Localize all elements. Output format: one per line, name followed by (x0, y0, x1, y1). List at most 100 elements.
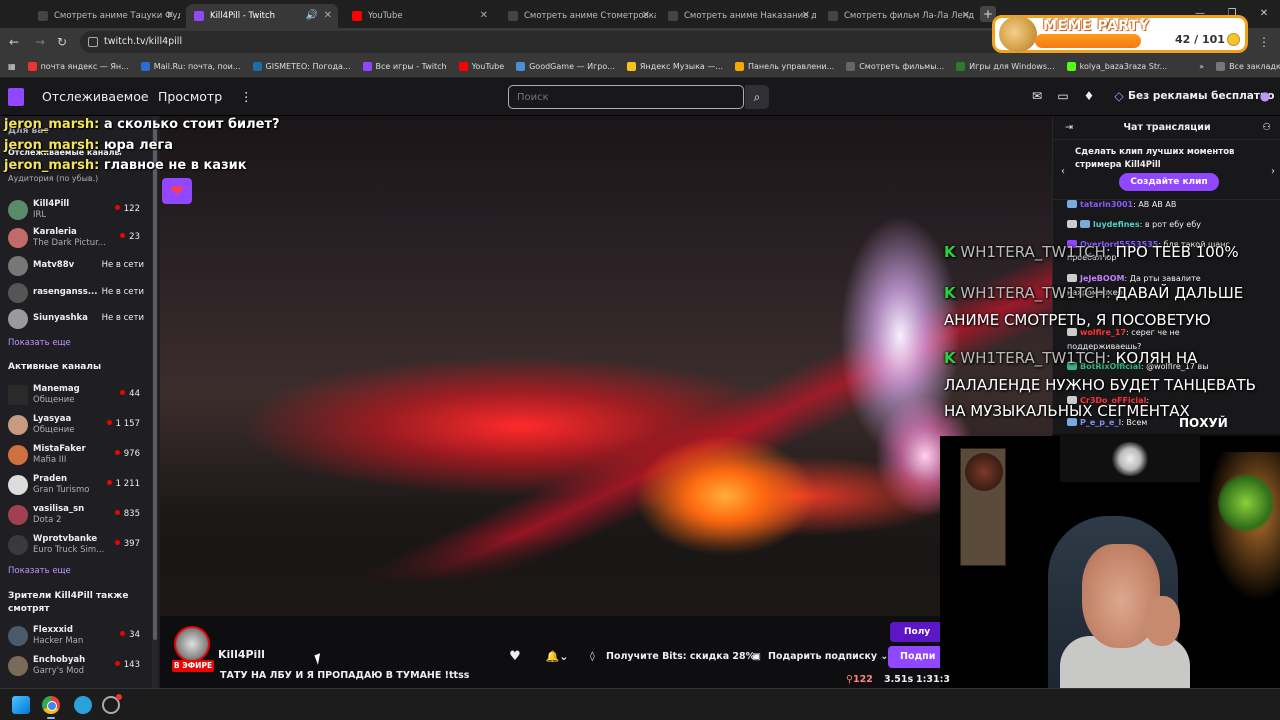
telegram-icon[interactable] (74, 696, 92, 714)
bookmark[interactable]: kolya_baza3raza Str... (1066, 62, 1167, 71)
subscribe-button[interactable]: Подпи (888, 646, 940, 668)
whispers-icon[interactable]: ▭ (1056, 89, 1070, 103)
bookmark[interactable]: Смотреть фильмы... (846, 62, 944, 71)
notification-bell-icon[interactable]: 🔔⌄ (542, 646, 572, 668)
site-info-icon[interactable] (88, 37, 98, 47)
clock-app-icon[interactable] (102, 694, 122, 714)
windows-start-icon[interactable] (12, 696, 30, 714)
chat-user[interactable]: luydefines (1093, 220, 1140, 229)
channel-name: Lyasyaa (33, 414, 72, 424)
close-tab-icon[interactable]: ✕ (166, 10, 174, 21)
collapse-chat-icon[interactable]: ⇥ (1065, 116, 1073, 140)
sidebar-channel[interactable]: Praden Gran Turismo 1 211 (0, 471, 152, 499)
bookmark[interactable]: Панель управлени... (735, 62, 834, 71)
get-button[interactable]: Полу (890, 622, 940, 642)
tab-title: Kill4Pill - Twitch (210, 11, 276, 21)
search-icon[interactable]: ⌕ (745, 85, 769, 109)
no-ads-button[interactable]: Без рекламы бесплатно (1128, 90, 1274, 102)
gift-sub-button[interactable]: ▣ Подарить подписку ⌄ (752, 646, 888, 668)
heart-reaction-icon[interactable]: ❤ (162, 178, 192, 204)
sidebar-channel[interactable]: vasilisa_sn Dota 2 835 (0, 501, 152, 529)
video-player[interactable] (160, 116, 1052, 616)
sidebar-scrollbar[interactable] (152, 116, 158, 688)
kick-badge-icon: K (944, 349, 956, 367)
movies-icon (846, 62, 856, 71)
chat-user[interactable]: JeJeBOOM (1080, 274, 1124, 283)
sidebar-channel[interactable]: Siunyashka Не в сети (0, 305, 152, 333)
close-tab-icon[interactable]: ✕ (324, 10, 332, 21)
sidebar-channel[interactable]: Karaleria The Dark Pictur... 23 (0, 224, 152, 252)
bookmark[interactable]: YouTube (458, 62, 504, 71)
community-icon[interactable]: ⚇ (1262, 116, 1271, 140)
chevron-right-icon[interactable]: » (1199, 62, 1204, 71)
close-tab-icon[interactable]: ✕ (962, 10, 970, 21)
chat-user[interactable]: wolfire_17 (1080, 328, 1126, 337)
all-bookmarks[interactable]: Все закладки (1216, 62, 1280, 71)
url-text: twitch.tv/kill4pill (104, 36, 183, 47)
prime-icon[interactable]: ◇ (1112, 89, 1126, 103)
browser-menu-icon[interactable]: ⋮ (1256, 34, 1272, 50)
sidebar-channel[interactable]: rasenganss... Не в сети (0, 279, 152, 307)
bookmark[interactable]: GISMETEO: Погода... (252, 62, 351, 71)
sidebar-channel[interactable]: MistaFaker Mafia III 976 (0, 441, 152, 469)
twitch-logo-icon[interactable] (8, 88, 24, 106)
show-more-link[interactable]: Показать еще (8, 338, 71, 348)
inbox-icon[interactable]: ✉ (1030, 89, 1044, 103)
bookmark[interactable]: Mail.Ru: почта, пои... (140, 62, 241, 71)
nav-following[interactable]: Отслеживаемое (42, 89, 149, 104)
back-arrow-icon[interactable]: ← (6, 34, 22, 50)
follow-heart-icon[interactable]: ♥ (504, 646, 526, 668)
sidebar-channel[interactable]: Kill4Pill IRL 122 (0, 196, 152, 224)
channel-name: vasilisa_sn (33, 504, 85, 514)
sidebar-channel[interactable]: Manemag Общение 44 (0, 381, 152, 409)
bookmark[interactable]: почта яндекс — Ян... (27, 62, 129, 71)
apps-grid-icon[interactable]: ▦ (8, 62, 16, 71)
close-tab-icon[interactable]: ✕ (802, 10, 810, 21)
close-tab-icon[interactable]: ✕ (642, 10, 650, 21)
get-bits-button[interactable]: ◊ Получите Bits: скидка 28% (590, 646, 755, 668)
sidebar-channel[interactable]: Flexxxid Hacker Man 34 (0, 622, 152, 650)
speaker-icon[interactable]: 🔊 (306, 10, 318, 21)
channel-game: Hacker Man (33, 636, 84, 646)
person-icon: ⚲ (846, 674, 853, 685)
close-tab-icon[interactable]: ✕ (480, 10, 488, 21)
browser-tab[interactable]: Смотреть фильм Ла-Ла Ленд ✕ (820, 4, 976, 28)
youtube-favicon-icon (352, 11, 362, 21)
browser-tab-active[interactable]: Kill4Pill - Twitch 🔊 ✕ (186, 4, 338, 28)
browser-tab[interactable]: YouTube ✕ (344, 4, 494, 28)
nav-browse[interactable]: Просмотр (158, 89, 222, 104)
more-menu-icon[interactable]: ⋮ (240, 89, 253, 104)
scrollbar-thumb[interactable] (153, 120, 157, 640)
bookmark[interactable]: Игры для Windows... (956, 62, 1055, 71)
chrome-icon[interactable] (42, 696, 60, 714)
search-input[interactable] (508, 85, 744, 109)
browser-tab[interactable]: Смотреть аниме Тацуки Фудзи ✕ (30, 4, 180, 28)
bookmark[interactable]: GoodGame — Игро... (516, 62, 615, 71)
reload-icon[interactable]: ↻ (54, 34, 70, 50)
forward-arrow-icon[interactable]: → (32, 34, 48, 50)
chevron-left-icon[interactable]: ‹ (1061, 166, 1065, 177)
create-clip-button[interactable]: Создайте клип (1119, 173, 1219, 191)
badge-icon (1067, 200, 1077, 208)
streamer-avatar[interactable] (174, 626, 210, 662)
chat-user[interactable]: tatarin3001 (1080, 200, 1133, 209)
avatar (8, 283, 28, 303)
gift-sub-label: Подарить подписку (768, 651, 878, 662)
streamer-name[interactable]: Kill4Pill (218, 648, 265, 661)
show-more-link[interactable]: Показать еще (8, 566, 71, 576)
sidebar-channel[interactable]: Lyasyaa Общение 1 157 (0, 411, 152, 439)
tab-title: Смотреть аниме Стометровка (524, 11, 656, 21)
sidebar-channel[interactable]: Enchobyah Garry's Mod 143 (0, 652, 152, 680)
user-avatar-icon[interactable]: ● (1258, 89, 1272, 103)
sidebar-channel[interactable]: Matv88v Не в сети (0, 252, 152, 280)
bookmark-label: GISMETEO: Погода... (265, 62, 351, 71)
browser-tab[interactable]: Смотреть аниме Наказание д ✕ (660, 4, 816, 28)
browser-tab[interactable]: Смотреть аниме Стометровка ✕ (500, 4, 656, 28)
bookmark[interactable]: Все игры - Twitch (362, 62, 447, 71)
bookmark[interactable]: Яндекс Музыка —... (626, 62, 723, 71)
crown-icon[interactable]: ♦ (1082, 89, 1096, 103)
close-window-icon[interactable]: ✕ (1248, 0, 1280, 28)
sidebar-channel[interactable]: Wprotvbanke Euro Truck Sim... 397 (0, 531, 152, 559)
chevron-right-icon[interactable]: › (1271, 166, 1275, 177)
app-root: Смотреть аниме Тацуки Фудзи ✕ Kill4Pill -… (0, 0, 1280, 720)
